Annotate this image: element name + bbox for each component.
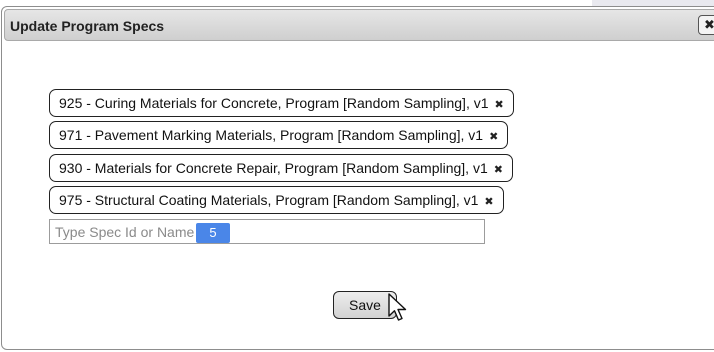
remove-spec-icon[interactable]: ✖ [484, 189, 493, 215]
remove-spec-icon[interactable]: ✖ [489, 124, 498, 150]
spec-token-label: 925 - Curing Materials for Concrete, Pro… [59, 95, 489, 111]
mouse-pointer-icon [388, 293, 407, 321]
remove-spec-icon[interactable]: ✖ [494, 157, 503, 183]
spec-token-label: 971 - Pavement Marking Materials, Progra… [59, 127, 484, 143]
spec-search-input[interactable] [49, 219, 485, 244]
remove-spec-icon[interactable]: ✖ [495, 92, 504, 118]
close-icon[interactable]: ✖ [698, 15, 714, 35]
spec-token-label: 975 - Structural Coating Materials, Prog… [59, 192, 479, 208]
spec-token-971: 971 - Pavement Marking Materials, Progra… [49, 121, 509, 150]
spec-token-975: 975 - Structural Coating Materials, Prog… [49, 186, 504, 214]
spec-token-930: 930 - Materials for Concrete Repair, Pro… [49, 154, 513, 182]
spec-token-label: 930 - Materials for Concrete Repair, Pro… [59, 160, 488, 176]
selected-count-badge: 5 [196, 223, 230, 243]
dialog-title: Update Program Specs [10, 18, 165, 34]
spec-token-925: 925 - Curing Materials for Concrete, Pro… [49, 89, 514, 117]
dialog-titlebar[interactable]: Update Program Specs ✖ [4, 9, 714, 41]
